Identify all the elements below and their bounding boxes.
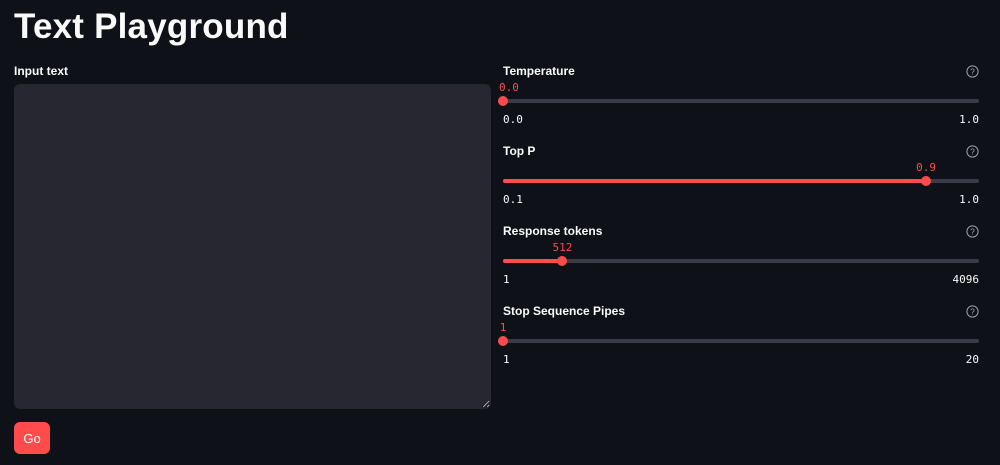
stop-sequence-pipes-slider-track[interactable] [498, 336, 979, 346]
response-tokens-max-label: 4096 [952, 273, 980, 286]
top-p-slider-fill [503, 179, 927, 183]
svg-text:?: ? [970, 226, 975, 236]
stop-sequence-pipes-max-label: 20 [965, 353, 979, 366]
page-title: Text Playground [14, 7, 289, 46]
input-text-area[interactable] [14, 84, 491, 409]
app-page: Text Playground Input text Go Temperatur… [0, 0, 1000, 465]
response-tokens-slider-track[interactable] [503, 256, 979, 266]
help-circle-icon[interactable]: ? [966, 145, 979, 158]
temperature-label: Temperature [503, 64, 575, 78]
temperature-value: 0.0 [499, 81, 519, 94]
help-circle-icon[interactable]: ? [966, 305, 979, 318]
response-tokens-label: Response tokens [503, 224, 603, 238]
top-p-slider-track[interactable] [503, 176, 979, 186]
temperature-slider-group: Temperature ? 0.0 0.0 1.0 [498, 64, 979, 144]
response-tokens-min-label: 1 [503, 273, 510, 286]
temperature-slider-track[interactable] [498, 96, 979, 106]
top-p-slider-group: Top P ? 0.9 0.1 1.0 [503, 144, 979, 224]
stop-sequence-pipes-label: Stop Sequence Pipes [503, 304, 626, 318]
help-circle-icon[interactable]: ? [966, 65, 979, 78]
temperature-slider-thumb[interactable] [498, 96, 508, 106]
input-column: Input text [14, 64, 491, 409]
stop-sequence-pipes-value: 1 [499, 321, 507, 334]
svg-text:?: ? [970, 306, 975, 316]
stop-sequence-pipes-slider-group: Stop Sequence Pipes ? 1 1 20 [498, 304, 979, 384]
temperature-max-label: 1.0 [959, 113, 979, 126]
response-tokens-value: 512 [552, 241, 573, 254]
response-tokens-slider-group: Response tokens ? 512 1 4096 [503, 224, 979, 304]
response-tokens-slider-thumb[interactable] [557, 256, 568, 266]
parameters-column: Temperature ? 0.0 0.0 1.0 Top P ? 0.9 0.… [498, 64, 979, 384]
response-tokens-slider-fill [503, 259, 563, 263]
top-p-min-label: 0.1 [503, 193, 523, 206]
top-p-max-label: 1.0 [959, 193, 979, 206]
input-text-label: Input text [14, 64, 68, 78]
svg-text:?: ? [970, 66, 975, 76]
temperature-min-label: 0.0 [503, 113, 523, 126]
stop-sequence-pipes-min-label: 1 [503, 353, 510, 366]
help-circle-icon[interactable]: ? [966, 225, 979, 238]
svg-text:?: ? [970, 146, 975, 156]
go-button[interactable]: Go [14, 422, 50, 454]
top-p-value: 0.9 [916, 161, 937, 174]
stop-sequence-pipes-slider-thumb[interactable] [498, 336, 508, 346]
top-p-slider-thumb[interactable] [921, 176, 932, 186]
top-p-label: Top P [503, 144, 536, 158]
